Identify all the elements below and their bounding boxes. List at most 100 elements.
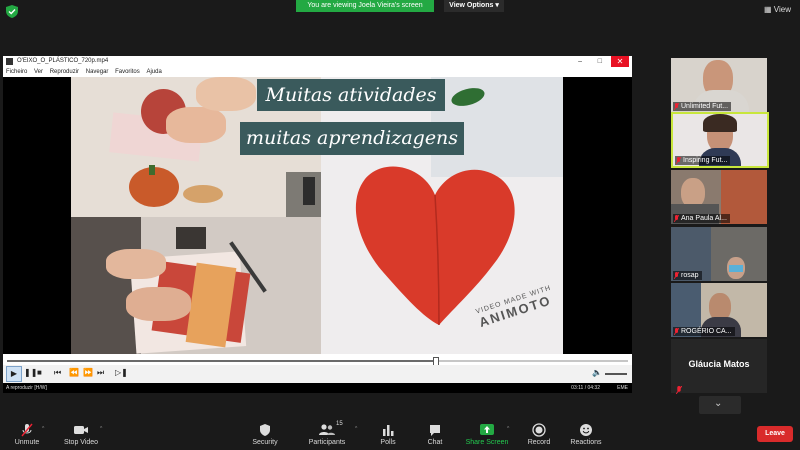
- participants-icon: [319, 424, 335, 435]
- frame-step-icon[interactable]: ▷❚: [115, 368, 128, 377]
- participant-tile-active-speaker[interactable]: Inspiring Fut...: [671, 112, 769, 168]
- more-participants-button[interactable]: ⌄: [699, 396, 741, 414]
- unmute-button[interactable]: Unmute: [10, 423, 44, 446]
- chat-label: Chat: [427, 439, 443, 446]
- reactions-button[interactable]: Reactions: [569, 423, 603, 446]
- smiley-icon: [580, 424, 592, 436]
- share-screen-button[interactable]: Share Screen: [464, 423, 510, 446]
- close-icon[interactable]: ✕: [611, 56, 629, 67]
- participant-name-text: Inspiring Fut...: [683, 157, 728, 164]
- stop-video-label: Stop Video: [63, 439, 99, 446]
- video-caption-learning: muitas aprendizagens: [240, 122, 464, 155]
- muted-mic-icon: [675, 156, 682, 164]
- muted-mic-icon: [673, 214, 680, 222]
- audio-options-caret[interactable]: ˆ: [42, 427, 44, 434]
- video-caption-activities: Muitas atividades: [257, 79, 445, 111]
- minimize-icon[interactable]: –: [578, 56, 582, 67]
- participant-name: Ana Paula Al...: [673, 214, 730, 223]
- status-right-label: EME: [617, 385, 628, 391]
- participant-name: Unlimited Fut...: [673, 102, 732, 111]
- fast-forward-icon[interactable]: ⏩: [83, 368, 93, 377]
- participant-name: Inspiring Fut...: [675, 156, 731, 165]
- view-options-label: View Options: [449, 2, 494, 9]
- menu-help[interactable]: Ajuda: [146, 69, 161, 75]
- skip-back-icon[interactable]: ⏮: [54, 368, 61, 378]
- chat-bubble-icon: [430, 425, 440, 436]
- menu-navigate[interactable]: Navegar: [86, 69, 109, 75]
- menu-play[interactable]: Reproduzir: [50, 69, 79, 75]
- stop-icon[interactable]: ■: [37, 368, 42, 377]
- reactions-label: Reactions: [570, 439, 602, 446]
- polls-icon: [383, 425, 394, 436]
- menu-file[interactable]: Ficheiro: [6, 69, 27, 75]
- participant-tile[interactable]: Unlimited Fut...: [671, 58, 767, 112]
- participant-name-text: Unlimited Fut...: [681, 103, 729, 110]
- play-icon[interactable]: ▶: [6, 366, 22, 382]
- participant-tile[interactable]: Ana Paula Al...: [671, 170, 767, 224]
- video-area[interactable]: Muitas atividades muitas aprendizagens V…: [3, 77, 632, 354]
- polls-label: Polls: [380, 439, 396, 446]
- unmute-label: Unmute: [14, 439, 40, 446]
- view-label: View: [773, 5, 791, 14]
- maximize-icon[interactable]: □: [598, 56, 602, 67]
- shared-media-player-window: O'EIXO_O_PLÁSTICO_720p.mp4 – □ ✕ Ficheir…: [3, 56, 632, 393]
- rewind-icon[interactable]: ⏪: [69, 368, 79, 377]
- leave-button[interactable]: Leave: [757, 426, 793, 442]
- encryption-shield-icon[interactable]: [6, 5, 18, 18]
- playback-time: 03:11 / 04:32: [571, 385, 600, 391]
- participants-button[interactable]: Participants 15: [307, 421, 347, 446]
- participant-name-text: Ana Paula Al...: [681, 215, 727, 222]
- banner-text: You are viewing Joela Vieira's screen: [307, 2, 423, 9]
- participant-tile-no-video[interactable]: Gláucia Matos: [671, 339, 767, 395]
- volume-slider[interactable]: [605, 373, 627, 375]
- video-camera-icon: [74, 426, 88, 434]
- photo-cutting-pictures: [71, 217, 321, 354]
- security-button[interactable]: Security: [249, 423, 281, 446]
- menu-view[interactable]: Ver: [34, 69, 43, 75]
- participant-tile[interactable]: rosap: [671, 227, 767, 281]
- leave-label: Leave: [765, 430, 785, 437]
- participants-label: Participants: [308, 439, 346, 446]
- view-button[interactable]: ▦ View: [764, 5, 791, 14]
- chevron-down-icon: ▾: [495, 2, 499, 9]
- polls-button[interactable]: Polls: [377, 423, 399, 446]
- menu-favorites[interactable]: Favoritos: [115, 69, 140, 75]
- chat-button[interactable]: Chat: [424, 423, 446, 446]
- player-menu-bar: Ficheiro Ver Reproduzir Navegar Favorito…: [3, 67, 632, 77]
- muted-mic-icon: [673, 327, 680, 335]
- muted-mic-icon: [673, 271, 680, 279]
- video-frame: Muitas atividades muitas aprendizagens V…: [71, 77, 563, 354]
- stop-video-button[interactable]: Stop Video: [62, 423, 100, 446]
- participant-count: 15: [336, 421, 343, 427]
- volume-icon[interactable]: 🔈: [592, 368, 602, 377]
- participant-name-large: Gláucia Matos: [688, 359, 750, 369]
- participant-name: ROGÉRIO CA...: [673, 327, 735, 336]
- muted-mic-icon: [21, 423, 33, 437]
- record-label: Record: [527, 439, 551, 446]
- view-options-button[interactable]: View Options ▾: [444, 0, 504, 12]
- playback-status: A reproduzir [H/W]: [6, 385, 47, 391]
- participant-tile[interactable]: ROGÉRIO CA...: [671, 283, 767, 337]
- participant-name: rosap: [673, 271, 702, 280]
- muted-mic-icon: [675, 381, 683, 399]
- skip-forward-icon[interactable]: ⏭: [97, 368, 104, 378]
- share-options-caret[interactable]: ˆ: [507, 427, 509, 434]
- screen-share-banner: You are viewing Joela Vieira's screen: [296, 0, 434, 12]
- player-app-icon: [6, 58, 13, 65]
- player-controls: ▶ ❚❚ ■ ⏮ ⏪ ⏩ ⏭ ▷❚ 🔈: [3, 365, 632, 383]
- record-icon: [532, 423, 546, 437]
- record-button[interactable]: Record: [526, 423, 552, 446]
- player-title-bar: O'EIXO_O_PLÁSTICO_720p.mp4 – □ ✕: [3, 56, 632, 67]
- shield-icon: [260, 424, 270, 436]
- video-options-caret[interactable]: ˆ: [100, 427, 102, 434]
- pause-icon[interactable]: ❚❚: [24, 368, 37, 377]
- participant-name-text: rosap: [681, 272, 699, 279]
- seek-progress: [7, 360, 436, 362]
- share-screen-label: Share Screen: [465, 439, 509, 446]
- grid-icon: ▦: [764, 5, 772, 14]
- chevron-down-icon: ⌄: [714, 398, 723, 409]
- meeting-toolbar: Unmute ˆ Stop Video ˆ Security Participa…: [0, 415, 800, 450]
- security-label: Security: [252, 439, 278, 446]
- participants-options-caret[interactable]: ˆ: [355, 427, 357, 434]
- participant-name-text: ROGÉRIO CA...: [681, 328, 732, 335]
